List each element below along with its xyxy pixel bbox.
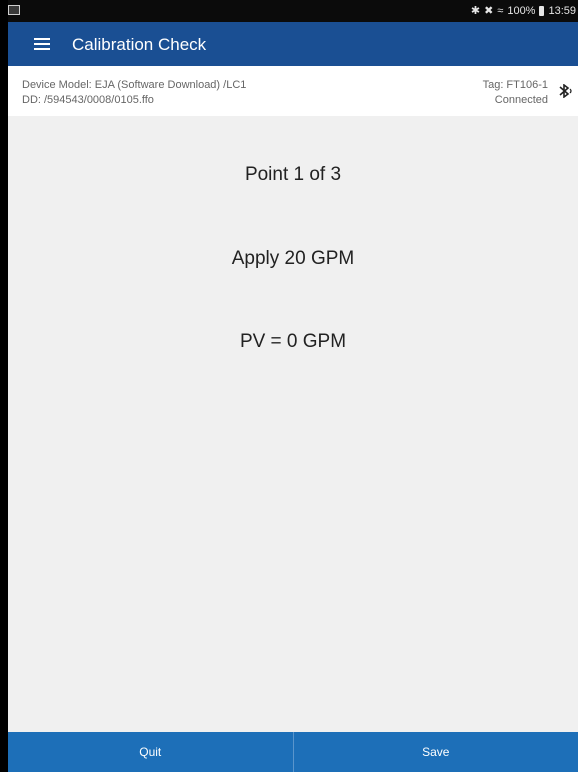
- wifi-icon: ≈: [497, 4, 504, 17]
- pv-reading: PV = 0 GPM: [239, 331, 347, 352]
- app-bar: Calibration Check: [8, 22, 578, 66]
- hamburger-menu-icon[interactable]: [34, 38, 50, 51]
- gallery-notification-icon: [8, 5, 20, 15]
- device-info-bar: Device Model: EJA (Software Download) /L…: [8, 66, 578, 116]
- bluetooth-status-icon: ✱: [470, 5, 481, 17]
- quit-button[interactable]: Quit: [8, 732, 293, 772]
- screen: ✱ ✖ ≈ 100% 13:59 Calibration Check Devic…: [0, 0, 578, 772]
- save-button[interactable]: Save: [294, 732, 578, 772]
- dd-path: DD: /594543/0008/0105.ffo: [22, 94, 154, 106]
- device-details: Device Model: EJA (Software Download) /L…: [22, 78, 246, 108]
- mute-icon: ✖: [484, 5, 494, 17]
- action-bar: Quit Save: [8, 732, 578, 772]
- point-indicator: Point 1 of 3: [244, 164, 342, 185]
- device-screen: ✱ ✖ ≈ 100% 13:59 Calibration Check Devic…: [8, 0, 578, 772]
- page-title: Calibration Check: [72, 35, 207, 54]
- connection-details: Tag: FT106-1 Connected: [483, 78, 548, 108]
- calibration-panel: Point 1 of 3 Apply 20 GPM PV = 0 GPM: [8, 116, 578, 732]
- battery-percent: 100%: [507, 4, 536, 17]
- apply-instruction: Apply 20 GPM: [231, 248, 355, 269]
- status-bar: ✱ ✖ ≈ 100% 13:59: [8, 0, 578, 22]
- device-tag: Tag: FT106-1: [482, 79, 548, 91]
- bluetooth-icon[interactable]: [558, 84, 574, 98]
- clock: 13:59: [548, 4, 576, 17]
- battery-icon: [539, 5, 545, 16]
- status-icons: ✱ ✖ ≈ 100% 13:59: [470, 4, 576, 18]
- connection-status: Connected: [494, 94, 548, 106]
- device-model: Device Model: EJA (Software Download) /L…: [22, 79, 247, 91]
